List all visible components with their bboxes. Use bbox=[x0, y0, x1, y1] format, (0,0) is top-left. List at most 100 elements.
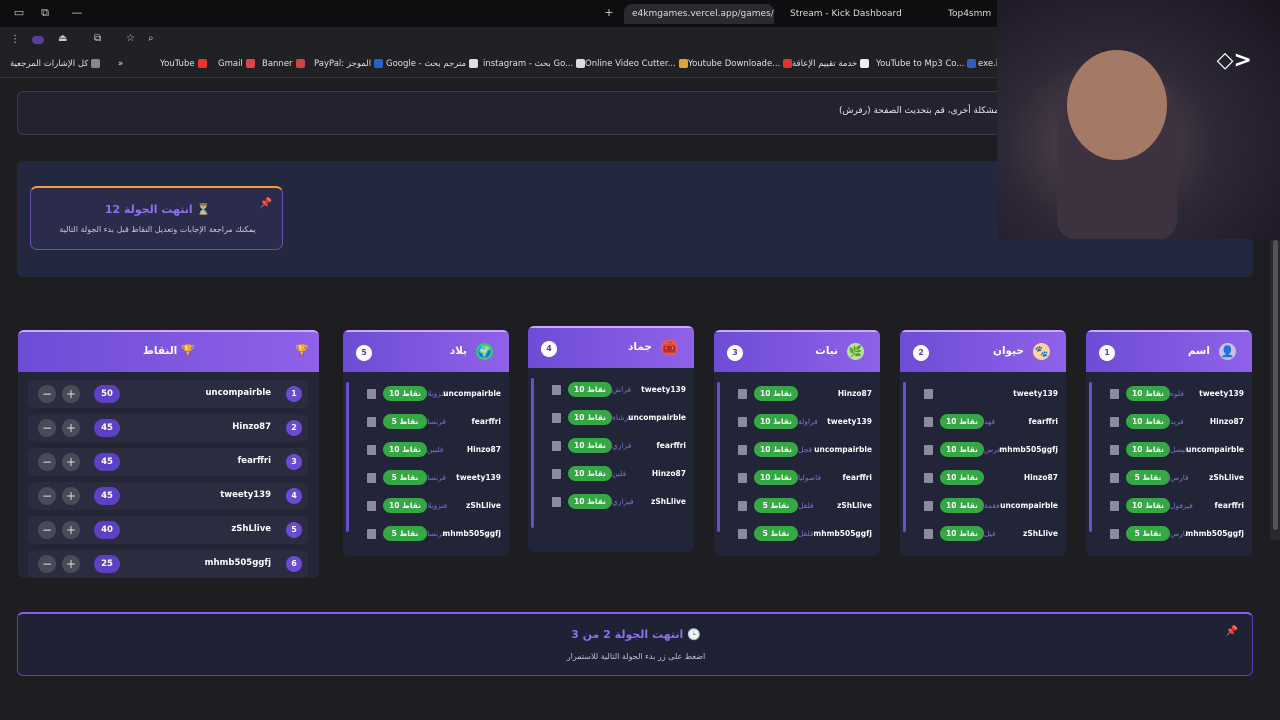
points-pill[interactable]: 10 نقاط bbox=[1126, 442, 1170, 457]
points-pill[interactable]: 5 نقاط bbox=[383, 526, 427, 541]
trash-icon[interactable] bbox=[924, 417, 933, 427]
extensions-icon[interactable]: ⧉ bbox=[94, 33, 101, 44]
points-pill[interactable]: 5 نقاط bbox=[383, 470, 427, 485]
tab-top4smm[interactable]: Top4smm bbox=[948, 4, 998, 24]
bookmark-disability[interactable]: خدمة تقييم الإعاقة bbox=[792, 59, 870, 69]
bookmark-instagram[interactable]: instagram - بحث Go... bbox=[483, 59, 586, 69]
trash-icon[interactable] bbox=[738, 529, 747, 539]
window-menu-icon[interactable]: ▭ bbox=[12, 6, 26, 20]
trash-icon[interactable] bbox=[367, 529, 376, 539]
plus-button[interactable]: + bbox=[62, 521, 80, 539]
minus-button[interactable]: − bbox=[38, 555, 56, 573]
bookmark-youtube[interactable]: YouTube bbox=[160, 59, 207, 69]
points-pill[interactable]: 10 نقاط bbox=[754, 414, 798, 429]
trash-icon[interactable] bbox=[552, 497, 561, 507]
points-pill[interactable]: 10 نقاط bbox=[568, 494, 612, 509]
points-pill[interactable]: 10 نقاط bbox=[1126, 414, 1170, 429]
points-pill[interactable]: 10 نقاط bbox=[568, 410, 612, 425]
page-scrollbar[interactable] bbox=[1270, 240, 1280, 540]
bookmark-star-icon[interactable]: ☆ bbox=[126, 33, 135, 44]
minus-button[interactable]: − bbox=[38, 385, 56, 403]
minimize-icon[interactable]: — bbox=[70, 6, 84, 20]
bookmark-video-cutter[interactable]: Online Video Cutter... bbox=[585, 59, 688, 69]
points-pill[interactable]: 10 نقاط bbox=[383, 386, 427, 401]
points-pill[interactable]: 10 نقاط bbox=[568, 382, 612, 397]
bookmark-all[interactable]: كل الإشارات المرجعية bbox=[10, 59, 101, 69]
points-pill[interactable]: 10 نقاط bbox=[383, 498, 427, 513]
points-pill[interactable]: 5 نقاط bbox=[1126, 526, 1170, 541]
plus-button[interactable]: + bbox=[62, 487, 80, 505]
tab-e4kmgames[interactable]: e4kmgames.vercel.app/games/ bbox=[624, 4, 774, 24]
trash-icon[interactable] bbox=[1110, 445, 1119, 455]
points-pill[interactable]: 5 نقاط bbox=[383, 414, 427, 429]
trash-icon[interactable] bbox=[738, 417, 747, 427]
bookmark-youtube-downloader[interactable]: Youtube Downloade... bbox=[688, 59, 793, 69]
search-icon[interactable]: ⌕ bbox=[148, 33, 154, 44]
plus-button[interactable]: + bbox=[62, 453, 80, 471]
trash-icon[interactable] bbox=[924, 501, 933, 511]
minus-button[interactable]: − bbox=[38, 487, 56, 505]
points-pill[interactable]: 10 نقاط bbox=[1126, 498, 1170, 513]
points-pill[interactable]: 10 نقاط bbox=[940, 498, 984, 513]
profile-icon[interactable] bbox=[32, 36, 44, 44]
media-icon[interactable]: ⏏ bbox=[58, 33, 67, 44]
trash-icon[interactable] bbox=[367, 417, 376, 427]
points-pill[interactable]: 10 نقاط bbox=[754, 442, 798, 457]
bookmark-banner[interactable]: Banner bbox=[262, 59, 305, 69]
trash-icon[interactable] bbox=[367, 501, 376, 511]
trash-icon[interactable] bbox=[552, 469, 561, 479]
points-pill[interactable]: 10 نقاط bbox=[568, 466, 612, 481]
plus-button[interactable]: + bbox=[62, 419, 80, 437]
category-icon: 🐾 bbox=[1033, 343, 1050, 360]
menu-icon[interactable]: ⋮ bbox=[10, 34, 20, 45]
minus-button[interactable]: − bbox=[38, 419, 56, 437]
points-pill[interactable]: 10 نقاط bbox=[940, 442, 984, 457]
points-pill[interactable]: 10 نقاط bbox=[754, 386, 798, 401]
bookmarks-overflow[interactable]: » bbox=[118, 59, 123, 69]
trash-icon[interactable] bbox=[924, 389, 933, 399]
minus-button[interactable]: − bbox=[38, 453, 56, 471]
points-pill[interactable]: 10 نقاط bbox=[383, 442, 427, 457]
trash-icon[interactable] bbox=[924, 445, 933, 455]
points-pill[interactable]: 10 نقاط bbox=[940, 470, 984, 485]
points-pill[interactable]: 10 نقاط bbox=[754, 470, 798, 485]
trash-icon[interactable] bbox=[552, 441, 561, 451]
player-points: 45 bbox=[94, 487, 120, 505]
trash-icon[interactable] bbox=[552, 413, 561, 423]
tab-kick-dashboard[interactable]: Stream - Kick Dashboard bbox=[790, 4, 910, 24]
points-pill[interactable]: 10 نقاط bbox=[568, 438, 612, 453]
bookmark-youtube-mp3[interactable]: YouTube to Mp3 Co... bbox=[876, 59, 977, 69]
trash-icon[interactable] bbox=[738, 445, 747, 455]
trash-icon[interactable] bbox=[924, 529, 933, 539]
player-name: zShLlive bbox=[650, 497, 686, 506]
bookmark-paypal[interactable]: PayPal: الموجز bbox=[314, 59, 384, 69]
points-pill[interactable]: 10 نقاط bbox=[1126, 386, 1170, 401]
trash-icon[interactable] bbox=[738, 389, 747, 399]
trash-icon[interactable] bbox=[1110, 389, 1119, 399]
points-pill[interactable]: 10 نقاط bbox=[940, 414, 984, 429]
trash-icon[interactable] bbox=[1110, 417, 1119, 427]
trash-icon[interactable] bbox=[1110, 501, 1119, 511]
trash-icon[interactable] bbox=[367, 389, 376, 399]
points-pill[interactable]: 10 نقاط bbox=[940, 526, 984, 541]
points-pill[interactable]: 5 نقاط bbox=[1126, 470, 1170, 485]
trash-icon[interactable] bbox=[552, 385, 561, 395]
trash-icon[interactable] bbox=[738, 501, 747, 511]
window-restore-icon[interactable]: ⧉ bbox=[38, 6, 52, 20]
trash-icon[interactable] bbox=[738, 473, 747, 483]
points-pill[interactable]: 5 نقاط bbox=[754, 526, 798, 541]
new-tab-icon[interactable]: + bbox=[602, 6, 616, 20]
trash-icon[interactable] bbox=[924, 473, 933, 483]
trash-icon[interactable] bbox=[1110, 473, 1119, 483]
player-name: mhmb505ggfj bbox=[204, 558, 271, 568]
plus-button[interactable]: + bbox=[62, 385, 80, 403]
bookmark-google-translate[interactable]: Google - مترجم بحث bbox=[386, 59, 479, 69]
bookmark-gmail[interactable]: Gmail bbox=[218, 59, 255, 69]
trash-icon[interactable] bbox=[367, 473, 376, 483]
category-title: اسم bbox=[1187, 345, 1210, 357]
plus-button[interactable]: + bbox=[62, 555, 80, 573]
points-pill[interactable]: 5 نقاط bbox=[754, 498, 798, 513]
minus-button[interactable]: − bbox=[38, 521, 56, 539]
trash-icon[interactable] bbox=[367, 445, 376, 455]
trash-icon[interactable] bbox=[1110, 529, 1119, 539]
